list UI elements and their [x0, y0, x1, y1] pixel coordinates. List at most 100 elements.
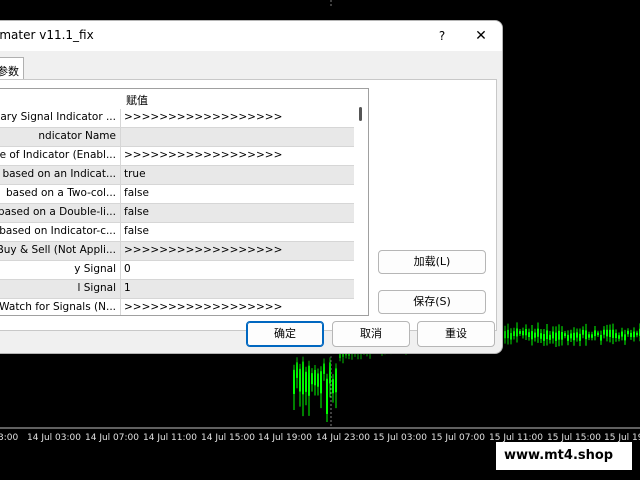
parameter-value[interactable]: 0	[124, 263, 131, 275]
close-button[interactable]: ✕	[470, 26, 492, 46]
parameter-name: ary Signal Indicator ...	[0, 111, 116, 123]
table-scrollbar[interactable]	[354, 89, 366, 315]
parameter-name-cell: ndicator Name	[0, 128, 121, 146]
table-row[interactable]: based on an Indicat... true	[0, 166, 354, 185]
help-button[interactable]: ?	[432, 26, 452, 46]
candle-body	[305, 371, 307, 392]
candle-body	[597, 332, 599, 336]
table-row[interactable]: based on a Two-col... false	[0, 185, 354, 204]
parameter-name-cell: y Signal	[0, 261, 121, 279]
candle-body	[519, 331, 521, 334]
candle-body	[549, 334, 551, 340]
parameter-value[interactable]: >>>>>>>>>>>>>>>>>>	[124, 301, 282, 313]
cancel-button[interactable]: 取消	[332, 321, 410, 347]
table-row[interactable]: e of Indicator (Enabl... >>>>>>>>>>>>>>>>…	[0, 147, 354, 166]
parameters-table[interactable]: 赋值 ary Signal Indicator ... >>>>>>>>>>>>>…	[0, 88, 369, 316]
table-row[interactable]: Buy & Sell (Not Appli... >>>>>>>>>>>>>>>>…	[0, 242, 354, 261]
candle-body	[576, 332, 578, 338]
time-tick-label: 14 Jul 07:00	[85, 433, 139, 443]
parameter-value[interactable]: >>>>>>>>>>>>>>>>>>	[124, 244, 282, 256]
parameter-name-cell: based on a Two-col...	[0, 185, 121, 203]
candle-body	[504, 331, 506, 339]
time-tick-label: 14 Jul 03:00	[27, 433, 81, 443]
candle-body	[522, 330, 524, 336]
time-tick-label: 15 Jul 07:00	[431, 433, 485, 443]
candle-body	[540, 333, 542, 339]
parameter-name: based on a Two-col...	[5, 187, 116, 199]
parameter-name: based on an Indicat...	[2, 168, 116, 180]
parameter-name-cell: Watch for Signals (N...	[0, 299, 121, 315]
parameter-value[interactable]: false	[124, 187, 149, 199]
save-button[interactable]: 保存(S)	[378, 290, 486, 314]
candle-body	[636, 332, 638, 336]
parameter-name: Watch for Signals (N...	[0, 301, 116, 313]
candle-body	[537, 328, 539, 337]
parameter-value[interactable]: >>>>>>>>>>>>>>>>>>	[124, 111, 282, 123]
candle-body	[600, 334, 602, 341]
candle-body	[302, 361, 304, 395]
parameter-name-cell: ary Signal Indicator ...	[0, 109, 121, 127]
watermark: www.mt4.shop	[496, 442, 632, 470]
candle-body	[528, 332, 530, 338]
reset-button[interactable]: 重设	[417, 321, 495, 347]
candle-body	[633, 331, 635, 338]
candle-body	[320, 371, 322, 394]
candle-body	[507, 329, 509, 339]
parameter-name: based on Indicator-c...	[0, 225, 116, 237]
candle-body	[564, 333, 566, 337]
indicator-settings-dialog: omater v11.1_fix ? ✕ 参数 赋值 ary Signal In…	[0, 20, 503, 354]
candle-body	[531, 331, 533, 340]
candle-body	[543, 334, 545, 341]
table-row[interactable]: l Signal 1	[0, 280, 354, 299]
table-row[interactable]: based on Indicator-c... false	[0, 223, 354, 242]
candle-body	[567, 334, 569, 341]
candle-body	[555, 332, 557, 341]
load-button[interactable]: 加载(L)	[378, 250, 486, 274]
candle-body	[308, 365, 310, 396]
parameter-name: based on a Double-li...	[0, 206, 116, 218]
parameter-name: ndicator Name	[38, 130, 116, 142]
table-row[interactable]: ary Signal Indicator ... >>>>>>>>>>>>>>>>…	[0, 109, 354, 128]
scrollbar-thumb[interactable]	[359, 107, 362, 121]
parameter-name-cell: l Signal	[0, 280, 121, 298]
table-row[interactable]: based on a Double-li... false	[0, 204, 354, 223]
time-tick-label: 14 Jul 11:00	[143, 433, 197, 443]
candle-body	[534, 332, 536, 338]
candle-body	[552, 331, 554, 339]
parameter-value[interactable]: true	[124, 168, 146, 180]
candle-body	[579, 333, 581, 341]
parameters-panel: 赋值 ary Signal Indicator ... >>>>>>>>>>>>>…	[0, 79, 497, 331]
candle-body	[618, 335, 620, 339]
ok-button[interactable]: 确定	[246, 321, 324, 347]
candle-body	[299, 368, 301, 392]
candle-body	[624, 334, 626, 341]
table-row[interactable]: ndicator Name	[0, 128, 354, 147]
candle-body	[317, 373, 319, 387]
candle-body	[570, 333, 572, 339]
candle-body	[588, 334, 590, 338]
candle-body	[603, 329, 605, 335]
dialog-titlebar[interactable]: omater v11.1_fix ? ✕	[0, 21, 502, 51]
candle-body	[513, 331, 515, 336]
parameter-value[interactable]: 1	[124, 282, 131, 294]
candle-body	[329, 362, 331, 384]
time-tick-label: 15 Jul 03:00	[373, 433, 427, 443]
parameter-value[interactable]: >>>>>>>>>>>>>>>>>>	[124, 149, 282, 161]
candle-body	[326, 378, 328, 414]
time-tick-label: 14 Jul 15:00	[201, 433, 255, 443]
dialog-title: omater v11.1_fix	[0, 28, 94, 42]
candle-body	[314, 369, 316, 386]
parameter-value[interactable]: false	[124, 206, 149, 218]
table-row[interactable]: y Signal 0	[0, 261, 354, 280]
candle-body	[339, 353, 341, 359]
parameter-name: y Signal	[74, 263, 116, 275]
candle-body	[591, 334, 593, 338]
candle-body	[296, 362, 298, 378]
parameter-value[interactable]: false	[124, 225, 149, 237]
table-row[interactable]: Watch for Signals (N... >>>>>>>>>>>>>>>>>…	[0, 299, 354, 315]
table-header: 赋值	[0, 89, 354, 109]
candle-body	[323, 363, 325, 374]
candle-body	[293, 369, 295, 394]
candle-body	[561, 331, 563, 340]
candle-body	[335, 368, 337, 393]
